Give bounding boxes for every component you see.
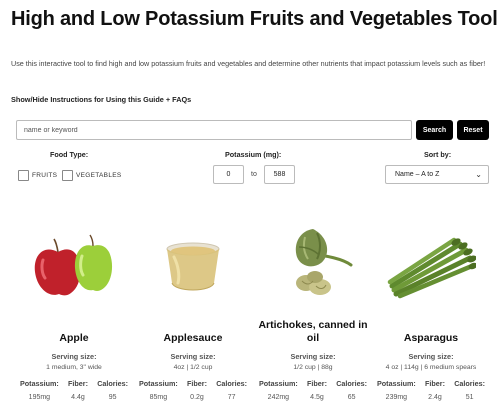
- food-card-artichokes[interactable]: Artichokes, canned in oil Serving size: …: [255, 215, 371, 401]
- food-name: Artichokes, canned in oil: [258, 319, 368, 344]
- vegetables-checkbox-label: VEGETABLES: [76, 172, 122, 179]
- fruits-checkbox[interactable]: [18, 170, 29, 181]
- fiber-value: 2.4g: [428, 394, 442, 401]
- food-card-asparagus[interactable]: Asparagus Serving size: 4 oz | 114g | 6 …: [373, 215, 489, 401]
- search-input[interactable]: [16, 120, 412, 140]
- food-name: Applesauce: [163, 332, 223, 344]
- search-button[interactable]: Search: [416, 120, 453, 140]
- calories-label: Calories:: [336, 379, 367, 388]
- calories-value: 51: [465, 394, 474, 401]
- applesauce-image: [135, 215, 251, 315]
- potassium-value: 85mg: [149, 394, 168, 401]
- potassium-min-input[interactable]: [213, 165, 244, 184]
- calories-label: Calories:: [454, 379, 485, 388]
- intro-text: Use this interactive tool to find high a…: [11, 59, 486, 68]
- page-title: High and Low Potassium Fruits and Vegeta…: [11, 8, 498, 30]
- food-name: Apple: [59, 332, 89, 344]
- potassium-label: Potassium:: [259, 379, 298, 388]
- range-to-text: to: [251, 171, 257, 178]
- chevron-down-icon: ⌄: [475, 170, 482, 179]
- fiber-value: 4.4g: [71, 394, 85, 401]
- fiber-label: Fiber:: [68, 379, 88, 388]
- potassium-label: Potassium:: [139, 379, 178, 388]
- calories-value: 95: [108, 394, 117, 401]
- food-name: Asparagus: [403, 332, 459, 344]
- vegetables-filter[interactable]: VEGETABLES: [62, 170, 122, 181]
- asparagus-image: [373, 215, 489, 315]
- potassium-max-input[interactable]: [264, 165, 295, 184]
- potassium-value: 242mg: [267, 394, 290, 401]
- reset-button[interactable]: Reset: [457, 120, 489, 140]
- fruits-filter[interactable]: FRUITS: [18, 170, 57, 181]
- calories-label: Calories:: [97, 379, 128, 388]
- food-card-applesauce[interactable]: Applesauce Serving size: 4oz | 1/2 cup P…: [135, 215, 251, 401]
- potassium-label: Potassium:: [377, 379, 416, 388]
- artichokes-image: [255, 215, 371, 315]
- potassium-label: Potassium (mg):: [225, 150, 282, 159]
- potassium-value: 195mg: [28, 394, 51, 401]
- sort-select-value: Name – A to Z: [395, 171, 440, 178]
- fiber-label: Fiber:: [187, 379, 207, 388]
- serving-value: 4 oz | 114g | 6 medium spears: [385, 364, 477, 371]
- fruits-checkbox-label: FRUITS: [32, 172, 58, 179]
- fiber-value: 0.2g: [190, 394, 204, 401]
- calories-value: 77: [227, 394, 236, 401]
- serving-value: 1/2 cup | 88g: [293, 364, 333, 371]
- serving-label: Serving size:: [290, 352, 336, 361]
- apple-image: [16, 215, 132, 315]
- serving-value: 1 medium, 3" wide: [46, 364, 102, 371]
- food-type-label: Food Type:: [50, 150, 89, 159]
- potassium-label: Potassium:: [20, 379, 59, 388]
- food-card-apple[interactable]: Apple Serving size: 1 medium, 3" wide Po…: [16, 215, 132, 401]
- serving-label: Serving size:: [51, 352, 97, 361]
- fiber-label: Fiber:: [307, 379, 327, 388]
- calories-value: 65: [347, 394, 356, 401]
- calories-label: Calories:: [216, 379, 247, 388]
- serving-label: Serving size:: [408, 352, 454, 361]
- sort-select[interactable]: Name – A to Z ⌄: [385, 165, 489, 184]
- instructions-toggle-link[interactable]: Show/Hide Instructions for Using this Gu…: [11, 95, 191, 104]
- serving-label: Serving size:: [170, 352, 216, 361]
- fiber-label: Fiber:: [425, 379, 445, 388]
- potassium-value: 239mg: [385, 394, 408, 401]
- fiber-value: 4.5g: [310, 394, 324, 401]
- vegetables-checkbox[interactable]: [62, 170, 73, 181]
- sort-label: Sort by:: [424, 150, 452, 159]
- serving-value: 4oz | 1/2 cup: [173, 364, 213, 371]
